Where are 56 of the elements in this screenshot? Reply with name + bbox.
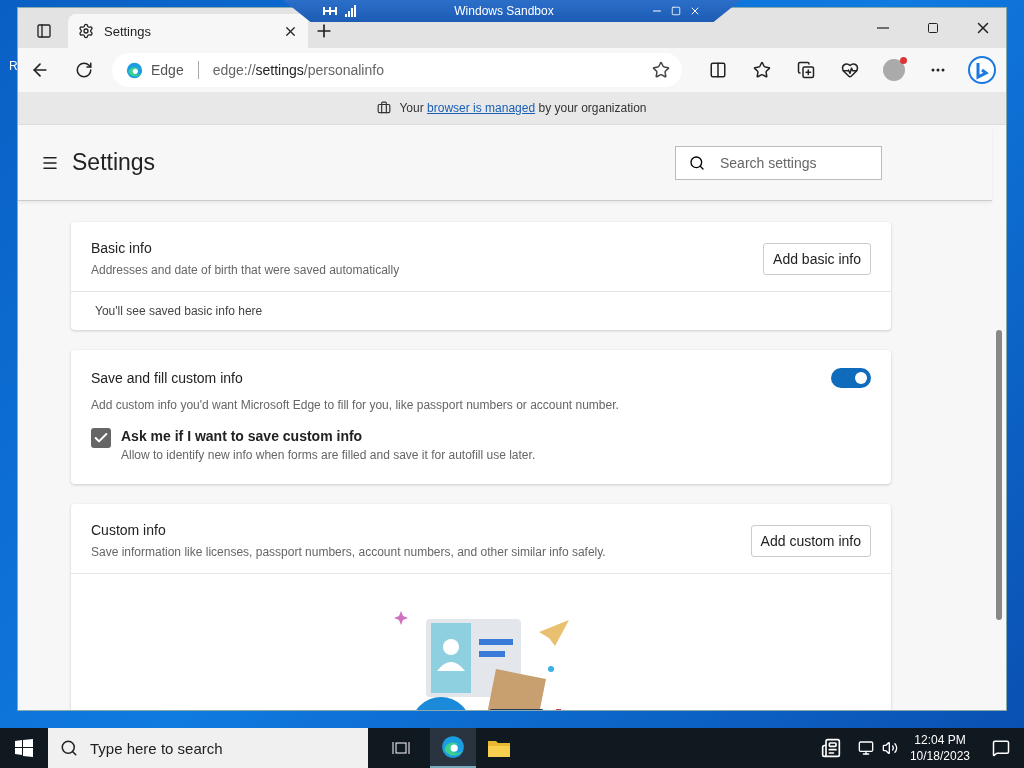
refresh-icon <box>75 61 93 79</box>
edge-icon <box>441 735 465 759</box>
avatar-icon <box>883 59 905 81</box>
option-hint: Allow to identify new info when forms are filled and save it for autofill use later. <box>121 448 537 462</box>
copilot-logo-icon <box>968 56 996 84</box>
close-icon[interactable] <box>689 5 701 17</box>
site-label: Edge <box>151 62 184 78</box>
taskbar-search[interactable]: Type here to search <box>48 728 368 768</box>
page-title: Settings <box>72 149 157 176</box>
folder-icon <box>488 739 510 757</box>
desktop-label: R <box>9 59 18 73</box>
task-view-icon <box>392 740 410 756</box>
card-title: Custom info <box>91 522 167 538</box>
clock[interactable]: 12:04 PM 10/18/2023 <box>901 733 978 763</box>
restore-icon[interactable] <box>671 6 681 16</box>
edge-taskbar-button[interactable] <box>430 728 476 768</box>
volume-icon <box>881 740 898 756</box>
search-icon <box>60 739 78 757</box>
settings-icon <box>78 23 94 39</box>
toggle-switch[interactable] <box>831 368 871 388</box>
split-screen-icon <box>709 61 727 79</box>
card-title: Save and fill custom info <box>91 370 244 386</box>
address-bar[interactable]: Edge edge://settings/personalinfo <box>112 53 682 87</box>
browser-tab[interactable]: Settings <box>68 14 308 48</box>
search-icon <box>689 154 705 171</box>
sandbox-title: Windows Sandbox <box>453 4 555 18</box>
checkbox[interactable] <box>91 428 111 448</box>
add-button[interactable]: Add custom info <box>750 524 871 557</box>
collections-icon <box>797 61 815 79</box>
minimize-icon <box>877 27 889 29</box>
scrollbar-thumb[interactable] <box>996 330 1002 620</box>
managed-link[interactable]: browser is managed <box>427 101 536 115</box>
network-icon <box>857 740 874 756</box>
card-description: Save information like licenses, passport numbers, account numbers, and other similar info safely. <box>91 545 607 559</box>
option-label: Ask me if I want to save custom info <box>121 428 364 444</box>
star-icon <box>753 61 771 79</box>
more-icon <box>931 68 945 72</box>
windows-logo-icon <box>15 739 33 757</box>
heart-pulse-icon <box>841 61 859 79</box>
search-field[interactable]: Search settings <box>675 145 882 180</box>
favorite-icon[interactable] <box>652 61 670 79</box>
card-description: Add custom info you'd want Microsoft Edge to fill for you, like passport numbers or account number. <box>91 398 620 412</box>
managed-notice: Your browser is managed by your organization <box>399 101 647 115</box>
card-description: Addresses and date of birth that were saved automatically <box>91 263 401 277</box>
add-button[interactable]: Add basic info <box>763 242 871 275</box>
url-text: edge://settings/personalinfo <box>212 62 385 78</box>
card-title: Basic info <box>91 240 153 256</box>
briefcase-icon <box>377 101 392 115</box>
edge-logo-icon <box>126 61 143 79</box>
maximize-icon <box>927 22 939 34</box>
empty-message: You'll see saved basic info here <box>71 291 891 330</box>
newspaper-icon <box>820 738 841 758</box>
signal-icon <box>345 5 357 17</box>
panel-icon <box>36 23 52 39</box>
notification-icon <box>992 739 1010 757</box>
copilot-button[interactable] <box>966 54 998 86</box>
